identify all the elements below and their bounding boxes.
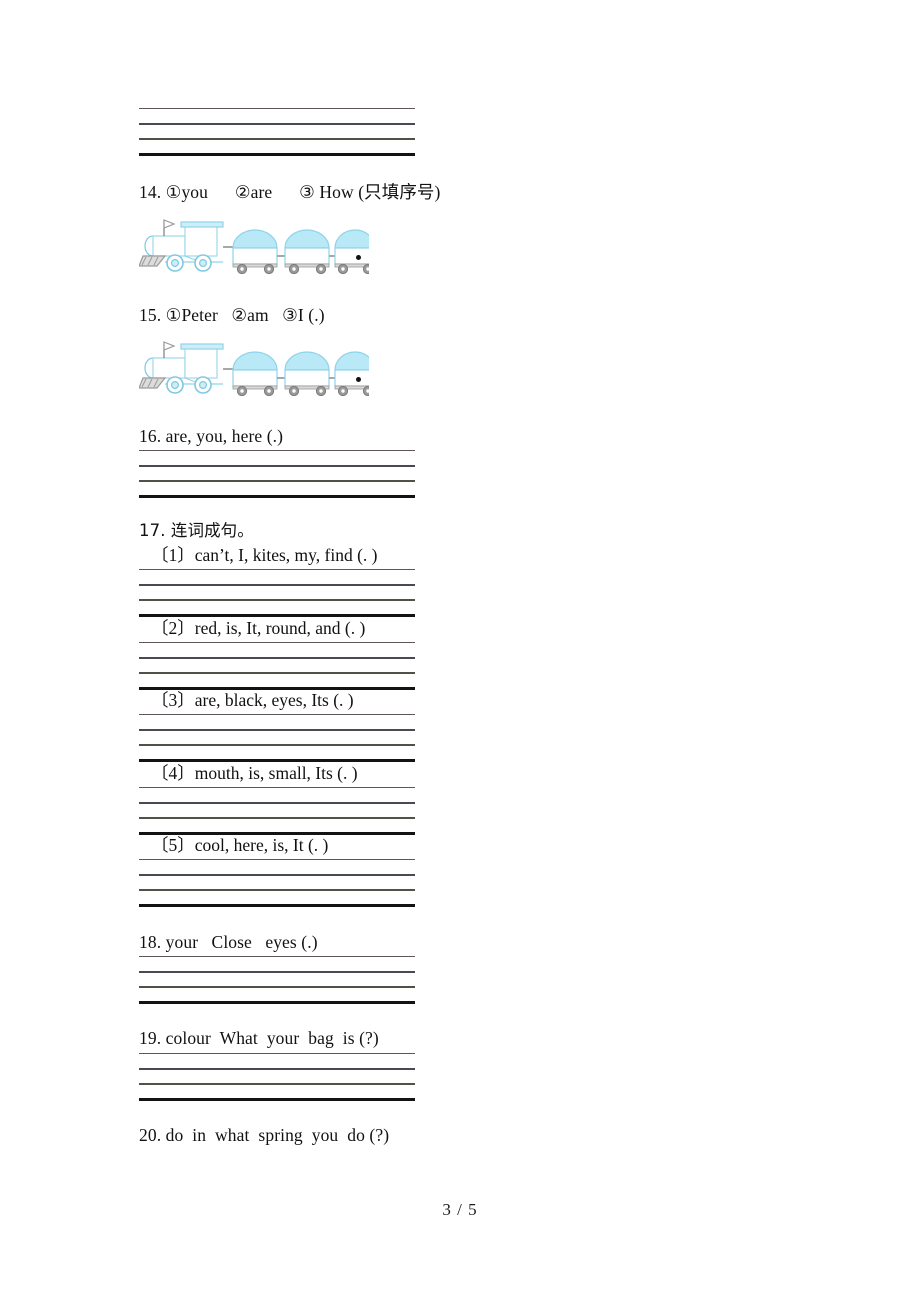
question-17-sub-4-text: 〔4〕mouth, is, small, Its (. ) bbox=[151, 763, 358, 783]
question-16: 16. are, you, here (.) bbox=[139, 426, 283, 448]
answer-rules-q17-1[interactable] bbox=[139, 569, 415, 617]
train-icon-q14 bbox=[138, 214, 376, 279]
ruled-lines[interactable] bbox=[139, 859, 415, 907]
rule-line bbox=[139, 956, 415, 957]
train-car bbox=[232, 229, 285, 275]
answer-rules-q17-2[interactable] bbox=[139, 642, 415, 690]
question-17-text: 17. 连词成句。 bbox=[139, 521, 254, 540]
question-17-sub-1-text: 〔1〕can’t, I, kites, my, find (. ) bbox=[151, 545, 378, 565]
rule-line bbox=[139, 787, 415, 788]
rule-line bbox=[139, 714, 415, 715]
question-17-sub-5: 〔5〕cool, here, is, It (. ) bbox=[139, 835, 328, 857]
question-17-sub-3: 〔3〕are, black, eyes, Its (. ) bbox=[139, 690, 354, 712]
question-17-sub-4: 〔4〕mouth, is, small, Its (. ) bbox=[139, 763, 358, 785]
question-17-sub-5-text: 〔5〕cool, here, is, It (. ) bbox=[151, 835, 329, 855]
worksheet-page: 14. ①you ②are ③ How (只填序号) 15. ①Peter ②a… bbox=[0, 0, 920, 1302]
rule-line bbox=[139, 138, 415, 140]
question-20-text: 20. do in what spring you do (?) bbox=[139, 1125, 390, 1145]
train-car bbox=[284, 229, 335, 275]
rule-line bbox=[139, 584, 415, 586]
rule-line bbox=[139, 1068, 415, 1070]
rule-line bbox=[139, 889, 415, 891]
question-17-sub-2-text: 〔2〕red, is, It, round, and (. ) bbox=[151, 618, 366, 638]
answer-rules-q17-4[interactable] bbox=[139, 787, 415, 835]
ruled-lines[interactable] bbox=[139, 450, 415, 498]
ruled-lines[interactable] bbox=[139, 787, 415, 835]
rule-line bbox=[139, 874, 415, 876]
answer-rules-q16[interactable] bbox=[139, 450, 415, 498]
train-icon-q15 bbox=[138, 336, 376, 401]
question-18: 18. your Close eyes (.) bbox=[139, 932, 318, 954]
train-car bbox=[334, 351, 376, 397]
rule-line bbox=[139, 599, 415, 601]
answer-rules-q17-5[interactable] bbox=[139, 859, 415, 907]
rule-line bbox=[139, 817, 415, 819]
rule-line bbox=[139, 759, 415, 762]
question-17-sub-2: 〔2〕red, is, It, round, and (. ) bbox=[139, 618, 365, 640]
ruled-lines[interactable] bbox=[139, 569, 415, 617]
train-illustration bbox=[138, 219, 376, 275]
ruled-lines[interactable] bbox=[139, 642, 415, 690]
period-dot-q15 bbox=[356, 377, 361, 382]
question-15-text: 15. ①Peter ②am ③I (.) bbox=[139, 305, 325, 325]
question-20: 20. do in what spring you do (?) bbox=[139, 1125, 389, 1147]
page-number: 3 / 5 bbox=[442, 1200, 478, 1219]
answer-rules-q19[interactable] bbox=[139, 1053, 415, 1101]
rule-line bbox=[139, 108, 415, 109]
answer-rules-q13[interactable] bbox=[139, 108, 415, 156]
ruled-lines[interactable] bbox=[139, 108, 415, 156]
rule-line bbox=[139, 1001, 415, 1004]
ruled-lines[interactable] bbox=[139, 714, 415, 762]
question-17-sub-1: 〔1〕can’t, I, kites, my, find (. ) bbox=[139, 545, 377, 567]
question-16-text: 16. are, you, here (.) bbox=[139, 426, 284, 446]
rule-line bbox=[139, 859, 415, 860]
rule-line bbox=[139, 614, 415, 617]
question-15: 15. ①Peter ②am ③I (.) bbox=[139, 305, 325, 327]
question-19-text: 19. colour What your bag is (?) bbox=[139, 1028, 379, 1048]
ruled-lines[interactable] bbox=[139, 1053, 415, 1101]
rule-line bbox=[139, 465, 415, 467]
rule-line bbox=[139, 1098, 415, 1101]
rule-line bbox=[139, 450, 415, 451]
question-14-text: 14. ①you ②are ③ How (只填序号) bbox=[139, 182, 441, 202]
rule-line bbox=[139, 904, 415, 907]
rule-line bbox=[139, 495, 415, 498]
train-car bbox=[284, 351, 335, 397]
rule-line bbox=[139, 729, 415, 731]
period-dot-q14 bbox=[356, 255, 361, 260]
rule-line bbox=[139, 569, 415, 570]
rule-line bbox=[139, 1053, 415, 1054]
question-17: 17. 连词成句。 bbox=[139, 521, 254, 542]
rule-line bbox=[139, 642, 415, 643]
rule-line bbox=[139, 802, 415, 804]
rule-line bbox=[139, 744, 415, 746]
rule-line bbox=[139, 1083, 415, 1085]
rule-line bbox=[139, 657, 415, 659]
question-19: 19. colour What your bag is (?) bbox=[139, 1028, 379, 1050]
rule-line bbox=[139, 480, 415, 482]
rule-line bbox=[139, 672, 415, 674]
rule-line bbox=[139, 986, 415, 988]
ruled-lines[interactable] bbox=[139, 956, 415, 1004]
answer-rules-q18[interactable] bbox=[139, 956, 415, 1004]
question-17-sub-3-text: 〔3〕are, black, eyes, Its (. ) bbox=[151, 690, 354, 710]
rule-line bbox=[139, 971, 415, 973]
train-illustration bbox=[138, 341, 376, 397]
rule-line bbox=[139, 123, 415, 125]
rule-line bbox=[139, 153, 415, 156]
question-14: 14. ①you ②are ③ How (只填序号) bbox=[139, 182, 440, 204]
answer-rules-q17-3[interactable] bbox=[139, 714, 415, 762]
train-car bbox=[334, 229, 376, 275]
question-18-text: 18. your Close eyes (.) bbox=[139, 932, 318, 952]
train-car bbox=[232, 351, 285, 397]
